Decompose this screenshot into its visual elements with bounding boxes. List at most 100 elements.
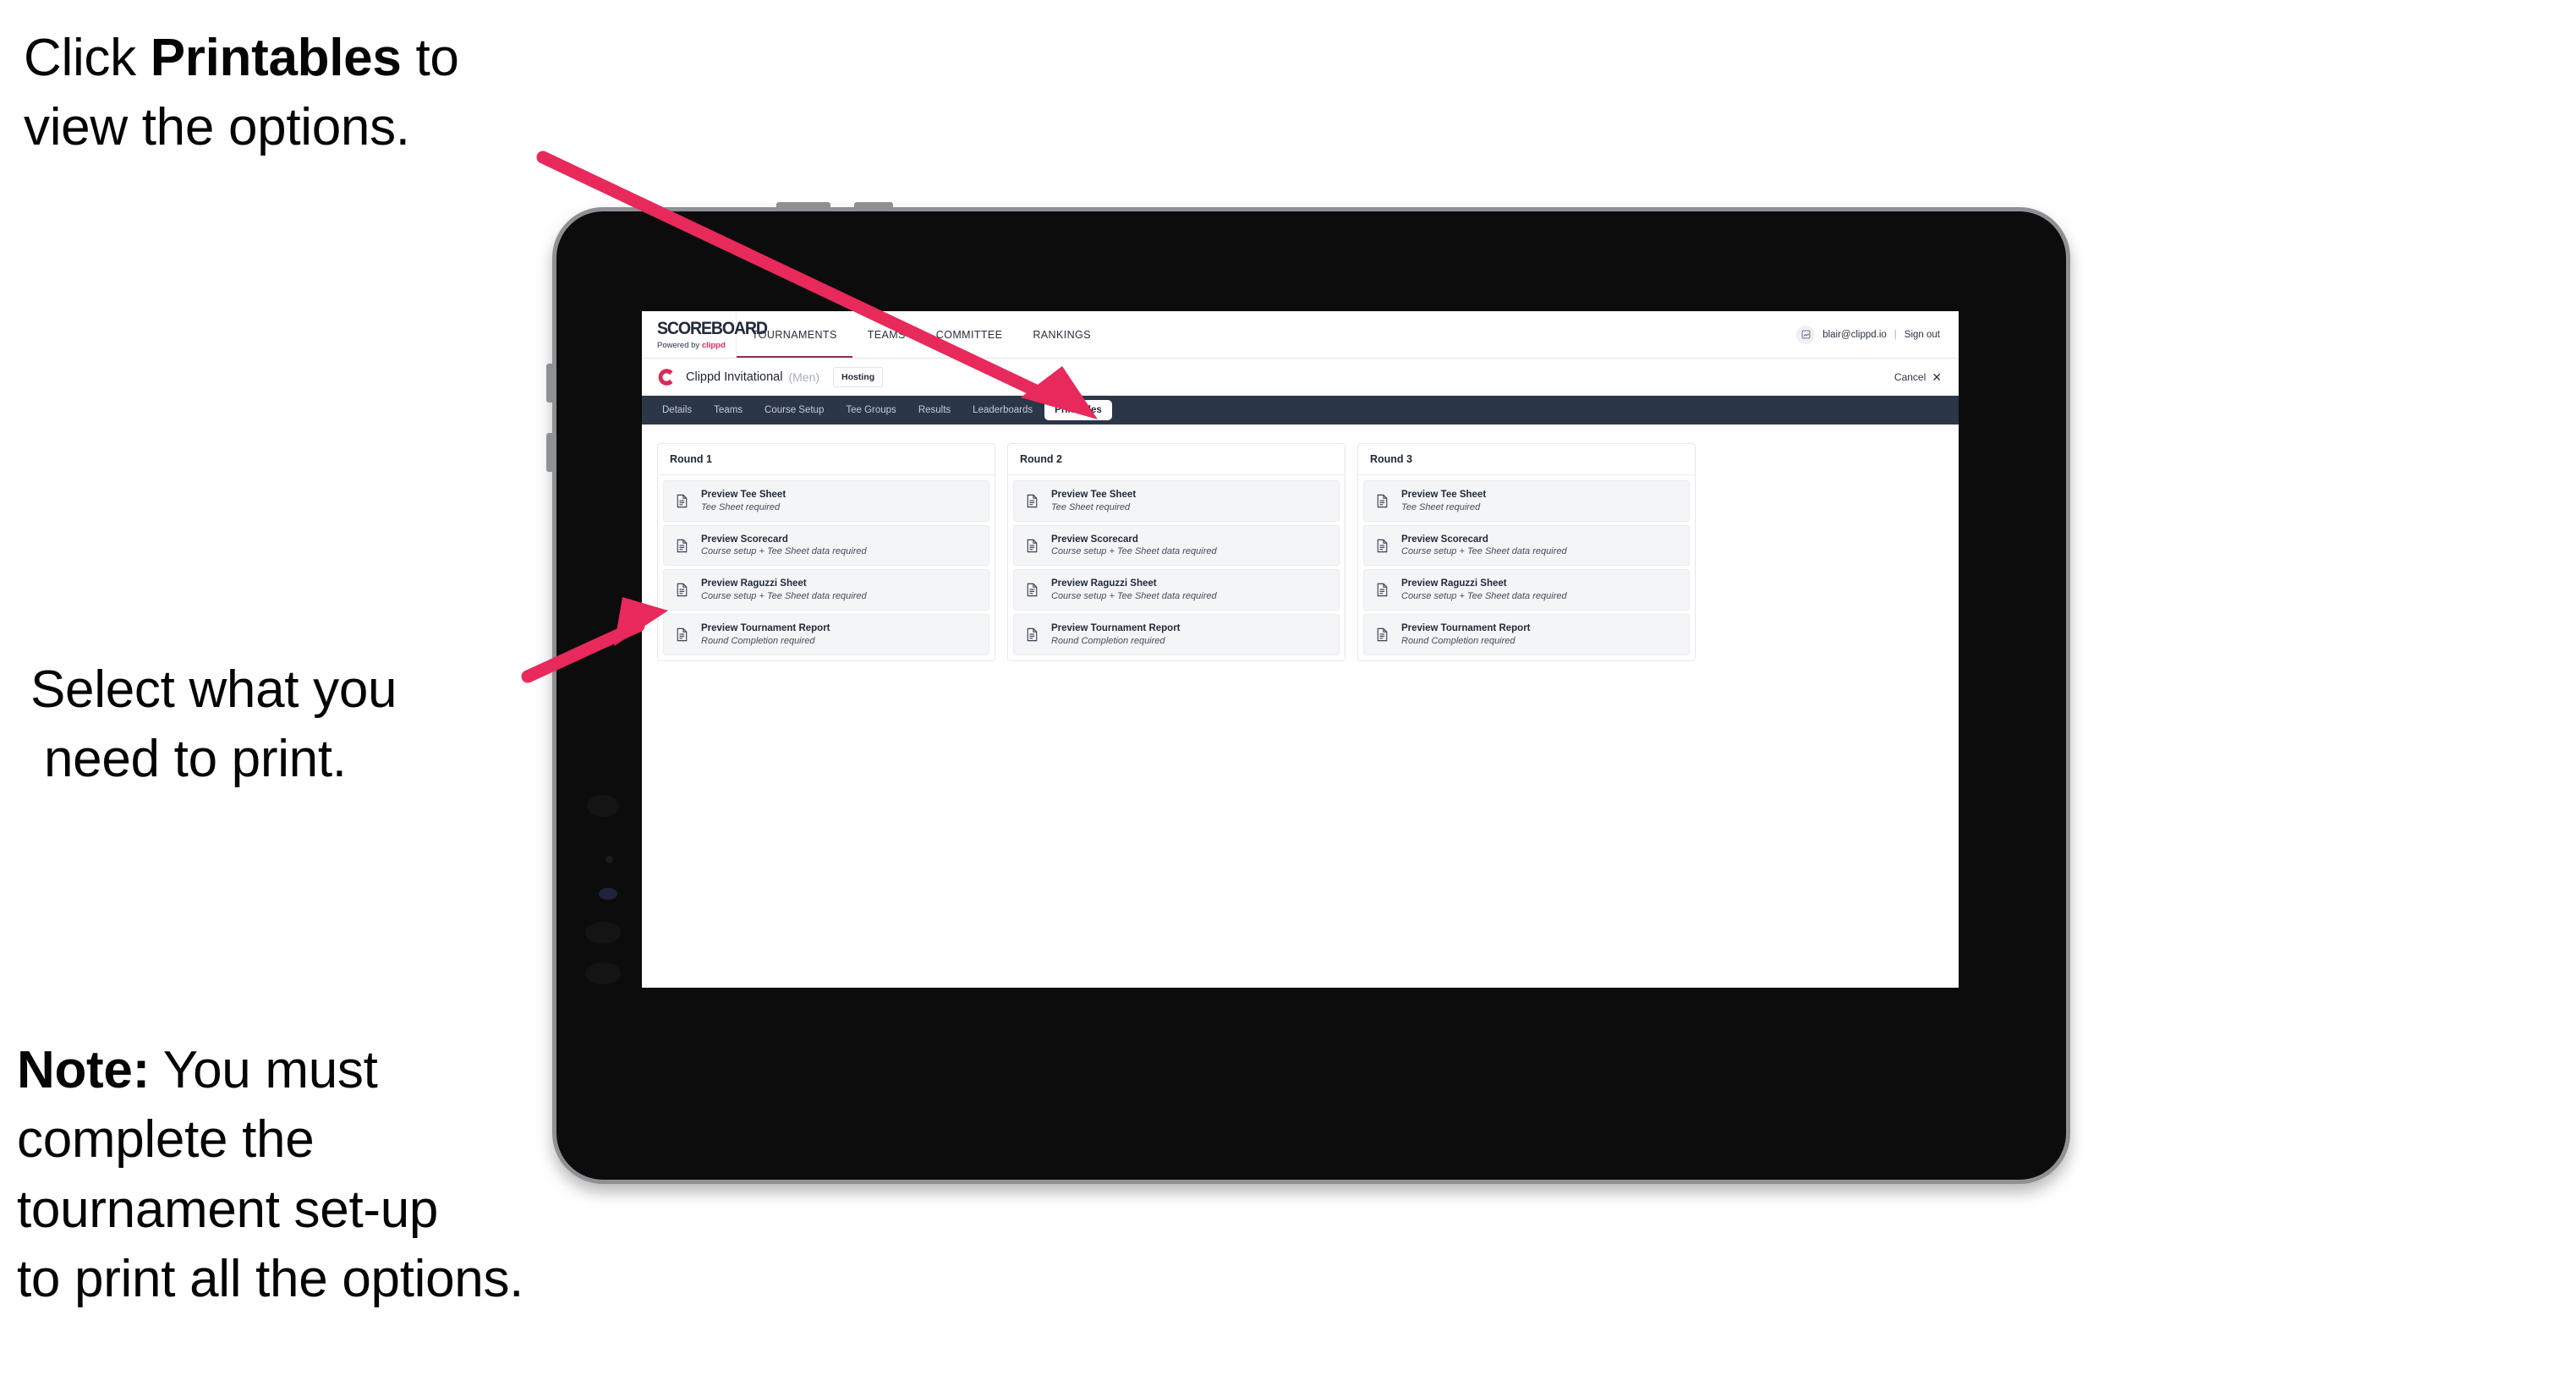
powered-by-label: Powered by clippd — [657, 341, 726, 350]
app-header: SCOREBOARD Powered by clippd TOURNAMENTS… — [642, 311, 1959, 359]
document-icon — [1374, 582, 1390, 598]
printable-title: Preview Tournament Report — [1401, 623, 1531, 634]
nav-tab-rankings[interactable]: RANKINGS — [1017, 311, 1106, 358]
volume-button-up[interactable] — [776, 202, 830, 210]
printable-requirement: Course setup + Tee Sheet data required — [1401, 591, 1567, 602]
account-area: blair@clippd.io | Sign out — [1796, 311, 1959, 358]
document-icon — [674, 582, 690, 598]
nav-tab-teams[interactable]: TEAMS — [852, 311, 921, 358]
printable-item-tee-sheet[interactable]: Preview Tee Sheet Tee Sheet required — [663, 480, 989, 522]
printable-title: Preview Raguzzi Sheet — [1401, 578, 1507, 589]
document-icon — [674, 538, 690, 554]
annotation-note-line4: to print all the options. — [17, 1250, 524, 1309]
round-column-3: Round 3 Preview Tee Sheet Tee Sheet requ… — [1357, 443, 1696, 661]
printable-title: Preview Scorecard — [1401, 534, 1488, 545]
round-column-2: Round 2 Preview Tee Sheet Tee Sheet requ… — [1007, 443, 1346, 661]
section-tab-printables[interactable]: Printables — [1044, 400, 1112, 420]
speaker-grille — [587, 795, 619, 817]
printable-title: Preview Tee Sheet — [701, 490, 787, 500]
section-tab-tee-groups[interactable]: Tee Groups — [836, 400, 906, 420]
round-items: Preview Tee Sheet Tee Sheet required Pre… — [658, 475, 995, 660]
section-tab-details[interactable]: Details — [652, 400, 702, 420]
tournament-title: Clippd Invitational — [686, 370, 783, 384]
nav-tab-committee[interactable]: COMMITTEE — [921, 311, 1018, 358]
printable-title: Preview Raguzzi Sheet — [701, 578, 807, 589]
power-button[interactable] — [546, 364, 554, 403]
nav-tab-tournaments[interactable]: TOURNAMENTS — [737, 311, 852, 358]
document-icon — [674, 627, 690, 643]
section-tab-leaderboards[interactable]: Leaderboards — [962, 400, 1043, 420]
screenshot-canvas: Click Printables to view the options. Se… — [0, 0, 2576, 1386]
section-tab-results[interactable]: Results — [908, 400, 961, 420]
annotation-step-2-line1: Select what you — [30, 660, 397, 719]
round-items: Preview Tee Sheet Tee Sheet required Pre… — [1008, 475, 1345, 660]
cancel-label: Cancel — [1894, 370, 1927, 383]
printable-title: Preview Raguzzi Sheet — [1051, 578, 1157, 589]
round-items: Preview Tee Sheet Tee Sheet required Pre… — [1358, 475, 1695, 660]
document-icon — [1374, 538, 1390, 554]
annotation-note-line1: Note: You must — [17, 1041, 378, 1099]
document-icon — [1374, 627, 1390, 643]
close-x-icon: ✕ — [1932, 370, 1942, 384]
annotation-step-2: Select what you need to print. — [30, 655, 572, 795]
printable-requirement: Course setup + Tee Sheet data required — [701, 546, 867, 557]
side-button-secondary[interactable] — [546, 433, 554, 472]
annotation-step-1-line2: view the options. — [24, 98, 410, 157]
scoreboard-logo[interactable]: SCOREBOARD Powered by clippd — [642, 311, 768, 358]
section-tab-teams[interactable]: Teams — [704, 400, 753, 420]
volume-button-down[interactable] — [854, 202, 893, 210]
section-nav: Details Teams Course Setup Tee Groups Re… — [642, 396, 1959, 425]
printable-requirement: Tee Sheet required — [701, 501, 781, 512]
printable-requirement: Course setup + Tee Sheet data required — [1051, 546, 1217, 557]
printable-item-tee-sheet[interactable]: Preview Tee Sheet Tee Sheet required — [1363, 480, 1690, 522]
printable-item-tournament-report[interactable]: Preview Tournament Report Round Completi… — [663, 614, 989, 655]
printable-item-scorecard[interactable]: Preview Scorecard Course setup + Tee She… — [663, 524, 989, 567]
printables-rounds-grid: Round 1 Preview Tee Sheet Tee Sheet requ… — [642, 425, 1959, 680]
printable-requirement: Round Completion required — [701, 635, 815, 646]
tablet-screen: SCOREBOARD Powered by clippd TOURNAMENTS… — [642, 311, 1959, 988]
user-avatar-icon[interactable] — [1796, 325, 1816, 344]
speaker-grille-bottom — [585, 962, 621, 984]
clippd-wordmark: clippd — [701, 341, 726, 350]
cancel-button[interactable]: Cancel ✕ — [1894, 371, 1942, 383]
printable-requirement: Round Completion required — [1401, 635, 1515, 646]
printable-item-raguzzi-sheet[interactable]: Preview Raguzzi Sheet Course setup + Tee… — [1363, 569, 1690, 611]
document-icon — [1024, 493, 1040, 509]
printable-title: Preview Tee Sheet — [1401, 490, 1487, 500]
annotation-note-line3: tournament set-up — [17, 1180, 439, 1239]
printable-requirement: Round Completion required — [1051, 635, 1165, 646]
clippd-c-logo — [655, 367, 676, 387]
printable-requirement: Course setup + Tee Sheet data required — [1051, 591, 1217, 602]
printable-requirement: Tee Sheet required — [1051, 501, 1131, 512]
section-tab-course-setup[interactable]: Course Setup — [754, 400, 834, 420]
annotation-step-1-line1: Click Printables to — [24, 29, 459, 87]
printable-item-scorecard[interactable]: Preview Scorecard Course setup + Tee She… — [1013, 524, 1340, 567]
round-column-1: Round 1 Preview Tee Sheet Tee Sheet requ… — [657, 443, 995, 661]
printable-requirement: Course setup + Tee Sheet data required — [1401, 546, 1567, 557]
annotation-note-label: Note: — [17, 1041, 150, 1099]
tablet-device-frame: SCOREBOARD Powered by clippd TOURNAMENTS… — [546, 202, 2070, 1184]
printable-item-raguzzi-sheet[interactable]: Preview Raguzzi Sheet Course setup + Tee… — [1013, 569, 1340, 611]
annotation-emphasis-printables: Printables — [150, 29, 402, 87]
round-title: Round 3 — [1358, 444, 1695, 475]
printable-item-tournament-report[interactable]: Preview Tournament Report Round Completi… — [1013, 614, 1340, 655]
printable-title: Preview Tee Sheet — [1051, 490, 1137, 500]
printable-item-raguzzi-sheet[interactable]: Preview Raguzzi Sheet Course setup + Tee… — [663, 569, 989, 611]
sign-out-button[interactable]: Sign out — [1905, 330, 1940, 340]
document-icon — [1024, 627, 1040, 643]
speaker-grille-lower — [585, 922, 621, 944]
printable-title: Preview Scorecard — [1051, 534, 1138, 545]
printable-requirement: Tee Sheet required — [1401, 501, 1481, 512]
printable-item-tournament-report[interactable]: Preview Tournament Report Round Completi… — [1363, 614, 1690, 655]
printable-item-scorecard[interactable]: Preview Scorecard Course setup + Tee She… — [1363, 524, 1690, 567]
printable-requirement: Course setup + Tee Sheet data required — [701, 591, 867, 602]
account-email: blair@clippd.io — [1822, 329, 1887, 340]
printable-title: Preview Tournament Report — [701, 623, 830, 634]
account-separator: | — [1894, 329, 1897, 340]
sensor-dot — [606, 856, 613, 863]
printable-item-tee-sheet[interactable]: Preview Tee Sheet Tee Sheet required — [1013, 480, 1340, 522]
printable-title: Preview Tournament Report — [1051, 623, 1181, 634]
camera-lens — [599, 888, 617, 900]
document-icon — [674, 493, 690, 509]
annotation-note-line2: complete the — [17, 1110, 315, 1170]
